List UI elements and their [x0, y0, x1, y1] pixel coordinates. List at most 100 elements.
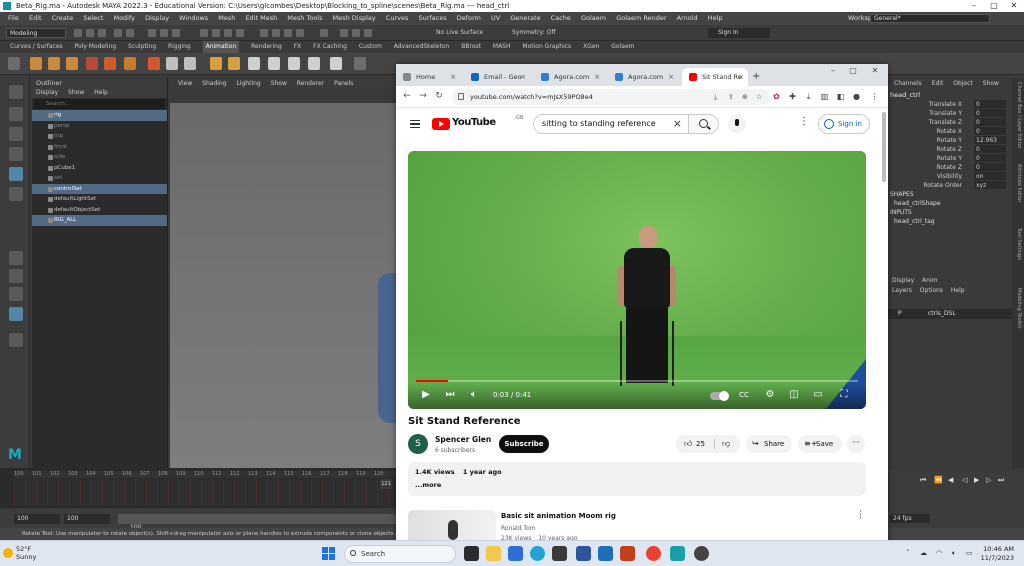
menu-mesh[interactable]: Mesh [218, 12, 235, 25]
page-scrollbar[interactable] [882, 112, 886, 182]
browser-close-icon[interactable]: ✕ [868, 66, 882, 75]
shelf-tab-bbrost[interactable]: BBrost [461, 41, 481, 53]
orient-constraint-icon[interactable] [228, 57, 240, 70]
address-bar[interactable]: youtube.com/watch?v=mJsX59PO8e4 ⤓ ⇪ ⊕ ☆ [452, 89, 770, 105]
select-tool-icon[interactable] [9, 85, 23, 99]
outliner-item[interactable]: defaultLightSet [32, 194, 167, 205]
outliner-item[interactable]: front [32, 142, 167, 153]
time-slider[interactable]: 100 101 102 103 104 105 106 107 108 109 110 111 112 1… [0, 468, 400, 508]
save-button[interactable]: ≡+ Save [798, 435, 842, 453]
forward-icon[interactable]: → [418, 91, 428, 101]
volume-tray-icon[interactable]: 🔈︎ [952, 549, 956, 558]
browser-tab[interactable]: Agora.com × [608, 68, 678, 86]
channel-attribute[interactable]: Rotate Y 12.963 [886, 136, 1024, 145]
channel-attribute[interactable]: Translate Z 0 [886, 118, 1024, 127]
menu-create[interactable]: Create [52, 12, 74, 25]
attribute-value[interactable]: xyz [974, 181, 1006, 189]
side-tab-attribute-editor[interactable]: Attribute Editor [1014, 164, 1022, 202]
shelf-tab-advancedskeleton[interactable]: AdvancedSkeleton [394, 41, 450, 53]
bookmark-star-icon[interactable]: ☆ [756, 93, 764, 101]
select-by-object-icon[interactable] [160, 29, 168, 37]
tab-close-icon[interactable]: × [594, 68, 600, 86]
go-to-end-icon[interactable]: ⏭ [998, 476, 1006, 484]
viewport-menu-renderer[interactable]: Renderer [297, 80, 324, 87]
layer-tab-display[interactable]: Display [892, 277, 914, 284]
menu-cache[interactable]: Cache [551, 12, 571, 25]
render-icon[interactable] [340, 29, 348, 37]
side-tab-modeling-toolkit[interactable]: Modeling Toolkit [1014, 288, 1022, 328]
guide-menu-icon[interactable] [410, 120, 420, 128]
browser-tab[interactable]: Home × [396, 68, 460, 86]
windows-start-icon[interactable] [322, 547, 336, 561]
undo-icon[interactable] [114, 29, 122, 37]
zoom-icon[interactable]: ⊕ [742, 93, 750, 101]
curve-tool-icon[interactable] [308, 57, 320, 70]
shelf-tab-curves-surfaces[interactable]: Curves / Surfaces [10, 41, 63, 53]
redo-icon[interactable] [126, 29, 134, 37]
outliner-menu-show[interactable]: Show [68, 89, 84, 96]
cb-menu-edit[interactable]: Edit [932, 80, 944, 87]
maya-taskbar-icon[interactable] [670, 546, 685, 561]
video-progress-bar[interactable] [416, 380, 858, 382]
volume-icon[interactable]: 🔈︎ [468, 389, 480, 401]
search-icon[interactable] [9, 333, 23, 347]
save-scene-icon[interactable] [98, 29, 106, 37]
auto-key-icon[interactable] [104, 57, 116, 70]
graph-editor-icon[interactable] [124, 57, 136, 70]
live-surface-label[interactable]: No Live Surface [436, 29, 483, 36]
captions-icon[interactable]: CC [738, 389, 750, 401]
back-icon[interactable]: ← [402, 91, 412, 101]
fullscreen-icon[interactable]: ⛶ [838, 389, 850, 401]
layer-name[interactable]: ctrls_DSL [928, 309, 956, 319]
paint-select-icon[interactable] [9, 127, 23, 141]
display-layer-row[interactable]: P ctrls_DSL [886, 309, 1012, 319]
outliner-search-input[interactable]: Search... [34, 99, 165, 109]
like-icon[interactable]: 👍︎ [684, 435, 692, 453]
symmetry-dropdown[interactable]: Symmetry: Off [512, 29, 555, 36]
subscribe-button[interactable]: Subscribe [499, 435, 549, 453]
shelf-tab-rigging[interactable]: Rigging [168, 41, 191, 53]
theater-mode-icon[interactable]: ▭ [812, 389, 824, 401]
menu-edit[interactable]: Edit [29, 12, 42, 25]
settings-gear-icon[interactable]: ⚙ [764, 389, 776, 401]
set-key-icon[interactable] [30, 57, 42, 70]
cb-menu-show[interactable]: Show [983, 80, 999, 87]
side-tab-tool-settings[interactable]: Tool Settings [1014, 228, 1022, 260]
wifi-icon[interactable]: ◠ [936, 549, 942, 557]
extension-icon[interactable]: ✿ [772, 92, 781, 101]
range-start-field[interactable]: 100 [14, 514, 60, 524]
extensions-puzzle-icon[interactable]: ✚ [788, 92, 797, 101]
parent-constraint-icon[interactable] [184, 57, 196, 70]
mail-icon[interactable] [508, 546, 523, 561]
menu-mesh-tools[interactable]: Mesh Tools [287, 12, 322, 25]
tray-chevron-icon[interactable]: ˄ [906, 549, 910, 557]
tab-close-icon[interactable]: × [520, 68, 526, 86]
persp-outliner-icon[interactable] [9, 287, 23, 301]
menu-modify[interactable]: Modify [113, 12, 135, 25]
minimize-icon[interactable]: – [964, 0, 984, 12]
play-forward-icon[interactable]: ▶ [974, 476, 982, 484]
browser-tab[interactable]: Sit Stand Re × [682, 68, 748, 86]
outliner-item[interactable]: side [32, 152, 167, 163]
battery-icon[interactable]: ▭ [966, 549, 973, 557]
attribute-value[interactable]: 0 [974, 154, 1006, 162]
new-tab-icon[interactable]: + [752, 71, 760, 82]
range-inner-field[interactable]: 100 [64, 514, 110, 524]
lasso-tool-icon[interactable] [9, 107, 23, 121]
attribute-value[interactable]: 0 [974, 163, 1006, 171]
video-player[interactable]: ▶ ⏭ 🔈︎ 0:03 / 0:41 CC ⚙ ◫ ▭ ⛶ [408, 151, 866, 409]
menu-golaem[interactable]: Golaem [581, 12, 606, 25]
outliner-layout-icon[interactable] [9, 307, 23, 321]
play-back-icon[interactable]: ◁ [962, 476, 970, 484]
single-view-icon[interactable] [9, 251, 23, 265]
ghost-icon[interactable] [268, 57, 280, 70]
outliner-item[interactable]: rig [32, 110, 167, 121]
recommended-title[interactable]: Basic sit animation Moom rig [501, 512, 616, 520]
clock[interactable]: 10:46 AM 11/7/2023 [980, 545, 1014, 563]
like-count[interactable]: 25 [696, 435, 705, 453]
shelf-tab-fx[interactable]: FX [294, 41, 302, 53]
outliner-item[interactable]: top [32, 131, 167, 142]
outliner-item[interactable]: pCube1 [32, 163, 167, 174]
channel-attribute[interactable]: Translate X 0 [886, 100, 1024, 109]
youtube-search-button[interactable] [689, 114, 719, 134]
